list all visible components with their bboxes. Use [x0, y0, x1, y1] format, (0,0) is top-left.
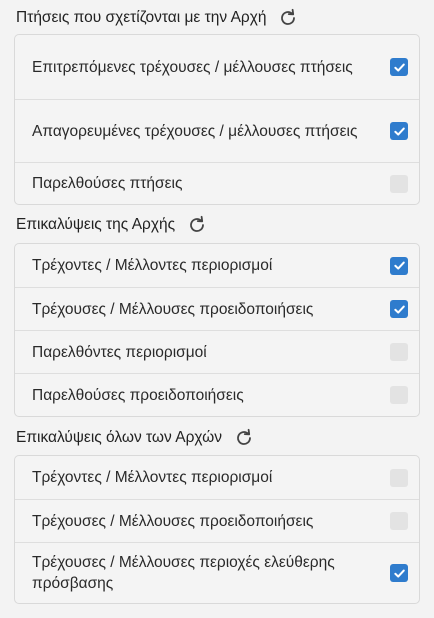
- checkmark-icon: [393, 569, 405, 578]
- refresh-icon[interactable]: [187, 215, 207, 235]
- section-title-label: Πτήσεις που σχετίζονται με την Αρχή: [16, 9, 267, 26]
- checkmark-icon: [393, 127, 405, 136]
- row-label: Απαγορευμένες τρέχουσες / μέλλουσες πτήσ…: [32, 122, 358, 140]
- checkbox-unchecked[interactable]: [390, 343, 408, 361]
- row-label: Τρέχουσες / Μέλλουσες προειδοποιήσεις: [32, 300, 314, 318]
- checkbox-unchecked[interactable]: [390, 386, 408, 404]
- row-label: Τρέχουσες / Μέλλουσες περιοχές ελεύθερης…: [32, 554, 335, 592]
- list-item[interactable]: Επιτρεπόμενες τρέχουσες / μέλλουσες πτήσ…: [15, 35, 419, 99]
- row-label: Παρελθούσες πτήσεις: [32, 175, 183, 192]
- row-label: Τρέχοντες / Μέλλοντες περιορισμοί: [32, 469, 273, 486]
- row-label: Παρελθόντες περιορισμοί: [32, 343, 207, 361]
- checkmark-icon: [393, 305, 405, 314]
- section-title-all-authorities-overlays: Επικαλύψεις όλων των Αρχών: [16, 427, 254, 449]
- authority-flights-group: Επιτρεπόμενες τρέχουσες / μέλλουσες πτήσ…: [14, 34, 420, 205]
- checkbox-unchecked[interactable]: [390, 512, 408, 530]
- refresh-icon[interactable]: [278, 8, 298, 28]
- row-label: Τρέχουσες / Μέλλουσες προειδοποιήσεις: [32, 512, 314, 530]
- section-title-label: Επικαλύψεις της Αρχής: [16, 216, 176, 233]
- checkbox-unchecked[interactable]: [390, 174, 408, 193]
- list-item[interactable]: Τρέχοντες / Μέλλοντες περιορισμοί: [15, 244, 419, 287]
- list-item[interactable]: Τρέχουσες / Μέλλουσες προειδοποιήσεις: [15, 499, 419, 542]
- list-item[interactable]: Παρελθούσες πτήσεις: [15, 162, 419, 204]
- authority-overlays-group: Τρέχοντες / Μέλλοντες περιορισμοί Τρέχου…: [14, 243, 420, 417]
- checkbox-checked[interactable]: [390, 300, 408, 318]
- checkbox-checked[interactable]: [390, 256, 408, 275]
- section-title-authority-flights: Πτήσεις που σχετίζονται με την Αρχή: [16, 7, 298, 29]
- list-item[interactable]: Τρέχουσες / Μέλλουσες προειδοποιήσεις: [15, 287, 419, 330]
- refresh-icon[interactable]: [234, 428, 254, 448]
- list-item[interactable]: Τρέχοντες / Μέλλοντες περιορισμοί: [15, 456, 419, 499]
- list-item[interactable]: Παρελθούσες προειδοποιήσεις: [15, 373, 419, 416]
- list-item[interactable]: Τρέχουσες / Μέλλουσες περιοχές ελεύθερης…: [15, 542, 419, 603]
- checkbox-checked[interactable]: [390, 58, 408, 76]
- checkbox-checked[interactable]: [390, 122, 408, 140]
- row-label: Παρελθούσες προειδοποιήσεις: [32, 386, 244, 404]
- checkbox-checked[interactable]: [390, 564, 408, 582]
- row-label: Επιτρεπόμενες τρέχουσες / μέλλουσες πτήσ…: [32, 58, 353, 76]
- row-label: Τρέχοντες / Μέλλοντες περιορισμοί: [32, 257, 273, 274]
- section-title-authority-overlays: Επικαλύψεις της Αρχής: [16, 214, 207, 236]
- list-item[interactable]: Απαγορευμένες τρέχουσες / μέλλουσες πτήσ…: [15, 99, 419, 162]
- checkmark-icon: [393, 63, 405, 72]
- all-authorities-overlays-group: Τρέχοντες / Μέλλοντες περιορισμοί Τρέχου…: [14, 455, 420, 604]
- section-title-label: Επικαλύψεις όλων των Αρχών: [16, 429, 222, 446]
- checkbox-unchecked[interactable]: [390, 468, 408, 487]
- checkmark-icon: [393, 261, 405, 270]
- list-item[interactable]: Παρελθόντες περιορισμοί: [15, 330, 419, 373]
